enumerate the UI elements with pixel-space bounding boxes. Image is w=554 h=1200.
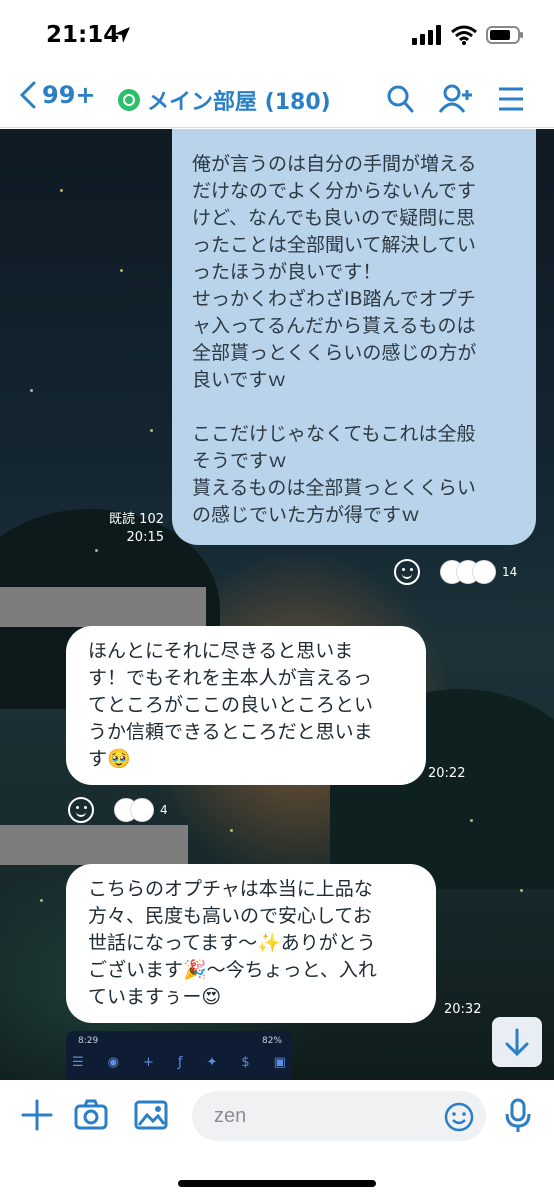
- add-reaction-icon[interactable]: [394, 559, 420, 585]
- signal-icon: [412, 25, 441, 45]
- embedded-graph-icon: ✦: [206, 1055, 218, 1070]
- chat-area[interactable]: 俺が言うのは自分の手間が増える だけなのでよく分からないんです けど、なんでも良…: [0, 129, 554, 1080]
- embedded-dollar-icon: $: [241, 1055, 250, 1070]
- background-star: [30, 389, 33, 392]
- reaction-row: 😍 😆 4: [68, 797, 168, 823]
- sender-name-redacted: [0, 825, 188, 865]
- mic-icon[interactable]: [504, 1098, 532, 1134]
- embedded-menu-icon: ☰: [72, 1055, 84, 1070]
- embedded-function-icon: ƒ: [177, 1055, 183, 1070]
- search-icon[interactable]: [386, 84, 414, 114]
- background-star: [470, 819, 473, 822]
- background-star: [520, 889, 523, 892]
- location-arrow-icon: [114, 27, 130, 43]
- plus-icon[interactable]: [20, 1098, 54, 1132]
- embedded-battery: 82%: [261, 1036, 282, 1046]
- embedded-time: 8:29: [78, 1036, 99, 1046]
- arrow-down-icon: [505, 1028, 529, 1057]
- sender-name-redacted: [0, 587, 206, 627]
- embedded-toolbar: ☰ ◉ + ƒ ✦ $ ▣: [72, 1055, 286, 1070]
- battery-icon: [486, 26, 523, 44]
- background-star: [40, 899, 43, 902]
- reaction-count: 14: [502, 565, 518, 579]
- wifi-icon: [451, 25, 477, 45]
- room-name: メイン部屋 (180): [147, 90, 331, 115]
- embedded-screenshot[interactable]: 8:29 82% ☰ ◉ + ƒ ✦ $ ▣: [66, 1031, 292, 1080]
- my-message-bubble[interactable]: 俺が言うのは自分の手間が増える だけなのでよく分からないんです けど、なんでも良…: [172, 129, 536, 545]
- message-time: 20:22: [428, 766, 466, 781]
- image-icon[interactable]: [134, 1098, 168, 1132]
- embedded-doc-icon: ▣: [273, 1055, 286, 1070]
- status-bar: 21:14: [0, 0, 554, 72]
- background-star: [230, 829, 233, 832]
- message-meta: 既読 102 20:15: [100, 511, 164, 547]
- add-friend-icon[interactable]: [438, 84, 474, 114]
- embedded-plus-icon: +: [143, 1055, 154, 1070]
- emoji-icon[interactable]: [444, 1102, 474, 1132]
- other-message-bubble[interactable]: こちらのオプチャは本当に上品な 方々、民度も高いので安心してお 世話になってます…: [66, 864, 436, 1023]
- home-indicator[interactable]: [178, 1180, 376, 1187]
- message-time: 20:15: [126, 530, 164, 545]
- background-star: [120, 269, 123, 272]
- status-time: 21:14: [46, 22, 120, 48]
- message-text: こちらのオプチャは本当に上品な 方々、民度も高いので安心してお 世話になってます…: [88, 878, 377, 1008]
- room-title[interactable]: メイン部屋 (180): [118, 84, 331, 116]
- unread-count: 99+: [42, 81, 96, 109]
- background-star: [60, 189, 63, 192]
- camera-icon[interactable]: [74, 1098, 108, 1132]
- surprise-reaction-icon: 😮: [472, 560, 496, 584]
- message-time: 20:32: [444, 1002, 482, 1017]
- other-message-bubble[interactable]: ほんとにそれに尽きると思いま す！でもそれを主本人が言えるっ てところがここの良…: [66, 626, 426, 785]
- embedded-app-icon: ◉: [107, 1055, 119, 1070]
- add-reaction-icon[interactable]: [68, 797, 94, 823]
- menu-icon[interactable]: [498, 84, 524, 114]
- open-chat-icon: [118, 89, 140, 111]
- message-input[interactable]: [192, 1091, 486, 1141]
- message-text: ほんとにそれに尽きると思いま す！でもそれを主本人が言えるっ てところがここの良…: [88, 640, 374, 770]
- chevron-left-icon: [19, 81, 36, 109]
- read-count: 既読 102: [109, 512, 164, 527]
- reaction-emojis[interactable]: 😍 😆: [114, 798, 154, 822]
- reaction-count: 4: [160, 803, 168, 817]
- background-star: [150, 429, 153, 432]
- back-button[interactable]: 99+: [18, 80, 96, 110]
- reaction-emojis[interactable]: 😍 😆 😮: [440, 560, 496, 584]
- scroll-to-bottom-button[interactable]: [492, 1017, 542, 1067]
- background-star: [95, 549, 98, 552]
- status-icons: [412, 25, 524, 45]
- laugh-reaction-icon: 😆: [130, 798, 154, 822]
- chat-header: 99+ メイン部屋 (180): [0, 72, 554, 128]
- reaction-row: 😍 😆 😮 14: [394, 559, 517, 585]
